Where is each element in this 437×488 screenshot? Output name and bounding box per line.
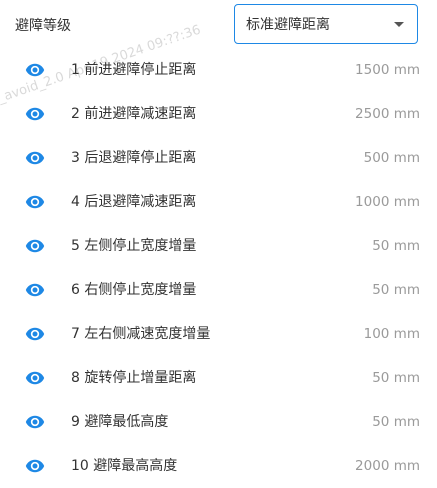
param-value: 50 mm [372, 238, 420, 254]
param-label: 5 左侧停止宽度增量 [71, 238, 197, 254]
param-value: 1500 mm [355, 62, 420, 78]
param-row: 6 右侧停止宽度增量 50 mm [0, 268, 437, 312]
param-value: 1000 mm [355, 194, 420, 210]
param-row: 8 旋转停止增量距离 50 mm [0, 356, 437, 400]
param-label: 4 后退避障减速距离 [71, 194, 197, 210]
param-value: 50 mm [372, 282, 420, 298]
param-row: 7 左右侧减速宽度增量 100 mm [0, 312, 437, 356]
eye-icon[interactable] [25, 456, 45, 476]
param-row: 9 避障最低高度 50 mm [0, 400, 437, 444]
avoidance-level-header: 避障等级 标准避障距离 [0, 0, 437, 52]
eye-icon[interactable] [25, 236, 45, 256]
eye-icon[interactable] [25, 412, 45, 432]
param-label: 3 后退避障停止距离 [71, 150, 197, 166]
param-value: 50 mm [372, 414, 420, 430]
avoidance-level-select[interactable]: 标准避障距离 [234, 4, 418, 44]
param-value: 500 mm [363, 150, 420, 166]
param-row: 3 后退避障停止距离 500 mm [0, 136, 437, 180]
param-label: 1 前进避障停止距离 [71, 62, 197, 78]
param-label: 8 旋转停止增量距离 [71, 370, 197, 386]
param-row: 5 左侧停止宽度增量 50 mm [0, 224, 437, 268]
param-row: 1 前进避障停止距离 1500 mm [0, 48, 437, 92]
eye-icon[interactable] [25, 104, 45, 124]
parameter-list: 1 前进避障停止距离 1500 mm 2 前进避障减速距离 2500 mm 3 … [0, 48, 437, 488]
param-value: 2000 mm [355, 458, 420, 474]
eye-icon[interactable] [25, 280, 45, 300]
param-label: 9 避障最低高度 [71, 414, 169, 430]
param-value: 50 mm [372, 370, 420, 386]
param-row: 4 后退避障减速距离 1000 mm [0, 180, 437, 224]
param-value: 2500 mm [355, 106, 420, 122]
eye-icon[interactable] [25, 148, 45, 168]
param-value: 100 mm [363, 326, 420, 342]
param-label: 2 前进避障减速距离 [71, 106, 197, 122]
eye-icon[interactable] [25, 192, 45, 212]
param-label: 7 左右侧减速宽度增量 [71, 326, 211, 342]
eye-icon[interactable] [25, 368, 45, 388]
avoidance-level-select-value: 标准避障距离 [246, 17, 330, 33]
eye-icon[interactable] [25, 60, 45, 80]
param-label: 10 避障最高高度 [71, 458, 178, 474]
param-label: 6 右侧停止宽度增量 [71, 282, 197, 298]
eye-icon[interactable] [25, 324, 45, 344]
param-row: 10 避障最高高度 2000 mm [0, 444, 437, 488]
avoidance-level-label: 避障等级 [15, 18, 71, 34]
chevron-down-icon [394, 22, 404, 27]
param-row: 2 前进避障减速距离 2500 mm [0, 92, 437, 136]
